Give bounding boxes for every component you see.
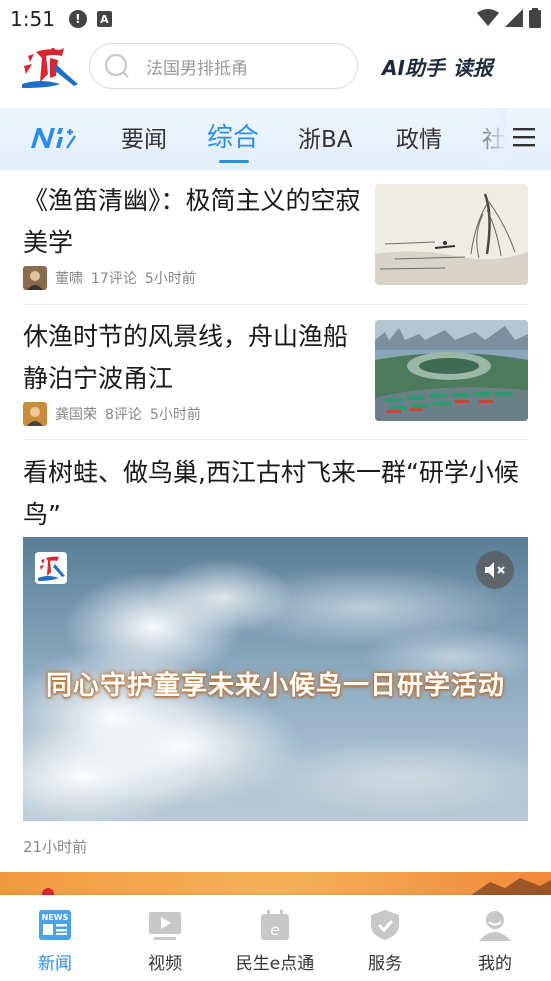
- signal-icon: [505, 9, 523, 27]
- comment-count: 17评论: [91, 271, 137, 287]
- divider: [23, 304, 528, 305]
- channel-menu-icon[interactable]: [513, 126, 535, 148]
- author-name: 龚国荣: [55, 407, 97, 423]
- svg-text:NEWS: NEWS: [42, 913, 69, 922]
- avatar: [23, 402, 47, 426]
- article-meta: 董啸 17评论 5小时前: [23, 266, 363, 290]
- nav-label: 视频: [148, 954, 182, 974]
- tab-zhengqing[interactable]: 政情: [396, 120, 442, 154]
- header: 法国男排抵甬 AI助手 读报: [0, 40, 551, 96]
- status-time: 1:51: [10, 7, 55, 31]
- banner-preview[interactable]: [0, 872, 551, 900]
- nav-label: 我的: [478, 954, 512, 974]
- keyboard-a-icon: A: [96, 11, 112, 27]
- nav-profile[interactable]: 我的: [440, 895, 550, 981]
- nav-video[interactable]: 视频: [110, 895, 220, 981]
- nav-news[interactable]: NEWS 新闻: [0, 895, 110, 981]
- nav-services[interactable]: 服务: [330, 895, 440, 981]
- video-caption: 同心守护童享未来小候鸟一日研学活动: [45, 671, 505, 701]
- ai-assistant-label[interactable]: AI助手: [382, 52, 445, 81]
- search-icon: [104, 53, 129, 78]
- nav-label: 民生e点通: [235, 954, 315, 974]
- article-title[interactable]: 休渔时节的风景线，舟山渔船静泊宁波甬江: [23, 316, 363, 400]
- tab-zonghe[interactable]: 综合: [207, 117, 259, 154]
- article-meta: 龚国荣 8评论 5小时前: [23, 402, 363, 426]
- ai-channel-icon[interactable]: [29, 124, 79, 152]
- article-title[interactable]: 《渔笛清幽》：极简主义的空寂美学: [23, 180, 363, 264]
- article-thumbnail[interactable]: [375, 184, 528, 285]
- avatar: [23, 266, 47, 290]
- tab-yaowen[interactable]: 要闻: [121, 120, 167, 154]
- read-paper-label[interactable]: 读报: [453, 52, 493, 81]
- publish-time: 5小时前: [149, 407, 201, 423]
- status-bar: 1:51 ! A: [0, 0, 551, 38]
- nav-label: 新闻: [38, 954, 72, 974]
- article-thumbnail[interactable]: [375, 320, 528, 421]
- article-title[interactable]: 看树蛙、做鸟巢,西江古村飞来一群“研学小候鸟”: [23, 452, 528, 536]
- tabs-fade: [467, 108, 507, 170]
- calendar-e-icon: e: [261, 910, 289, 940]
- active-tab-indicator: [219, 160, 249, 163]
- battery-icon: [529, 8, 541, 28]
- author-name: 董啸: [55, 271, 83, 287]
- list-item[interactable]: 休渔时节的风景线，舟山渔船静泊宁波甬江 龚国荣 8评论 5小时前: [23, 316, 363, 426]
- search-bar[interactable]: 法国男排抵甬: [89, 43, 358, 89]
- comment-count: 8评论: [105, 407, 142, 423]
- video-player[interactable]: 同心守护童享未来小候鸟一日研学活动: [23, 537, 528, 821]
- bottom-navigation: NEWS 新闻 视频 e 民生e点通 服务 我的: [0, 895, 551, 981]
- nav-minsheng[interactable]: e 民生e点通: [220, 895, 330, 981]
- status-notifications: ! A: [68, 10, 112, 28]
- alert-icon: !: [68, 10, 87, 28]
- search-placeholder: 法国男排抵甬: [146, 58, 248, 79]
- wifi-icon: [477, 9, 499, 26]
- tab-zheba[interactable]: 浙BA: [298, 120, 353, 154]
- shield-check-icon: [371, 910, 399, 940]
- list-item[interactable]: 看树蛙、做鸟巢,西江古村飞来一群“研学小候鸟”: [23, 452, 528, 536]
- volume-muted-icon: [485, 562, 505, 578]
- user-icon: [479, 911, 511, 941]
- ai-reader-entry[interactable]: AI助手 读报: [382, 52, 493, 81]
- publish-time: 21小时前: [23, 838, 88, 856]
- nav-label: 服务: [368, 954, 402, 974]
- svg-text:e: e: [270, 921, 279, 939]
- banner-art: [42, 878, 551, 900]
- mute-button[interactable]: [476, 551, 514, 589]
- video-play-icon: [149, 912, 181, 940]
- channel-tabs: 要闻 综合 浙BA 政情 社: [0, 108, 551, 170]
- news-icon: NEWS: [39, 910, 71, 940]
- video-logo-badge: [35, 552, 67, 584]
- divider: [23, 439, 528, 440]
- app-logo[interactable]: [20, 44, 80, 90]
- list-item[interactable]: 《渔笛清幽》：极简主义的空寂美学 董啸 17评论 5小时前: [23, 180, 363, 290]
- status-system-icons: [477, 8, 541, 28]
- publish-time: 5小时前: [144, 271, 196, 287]
